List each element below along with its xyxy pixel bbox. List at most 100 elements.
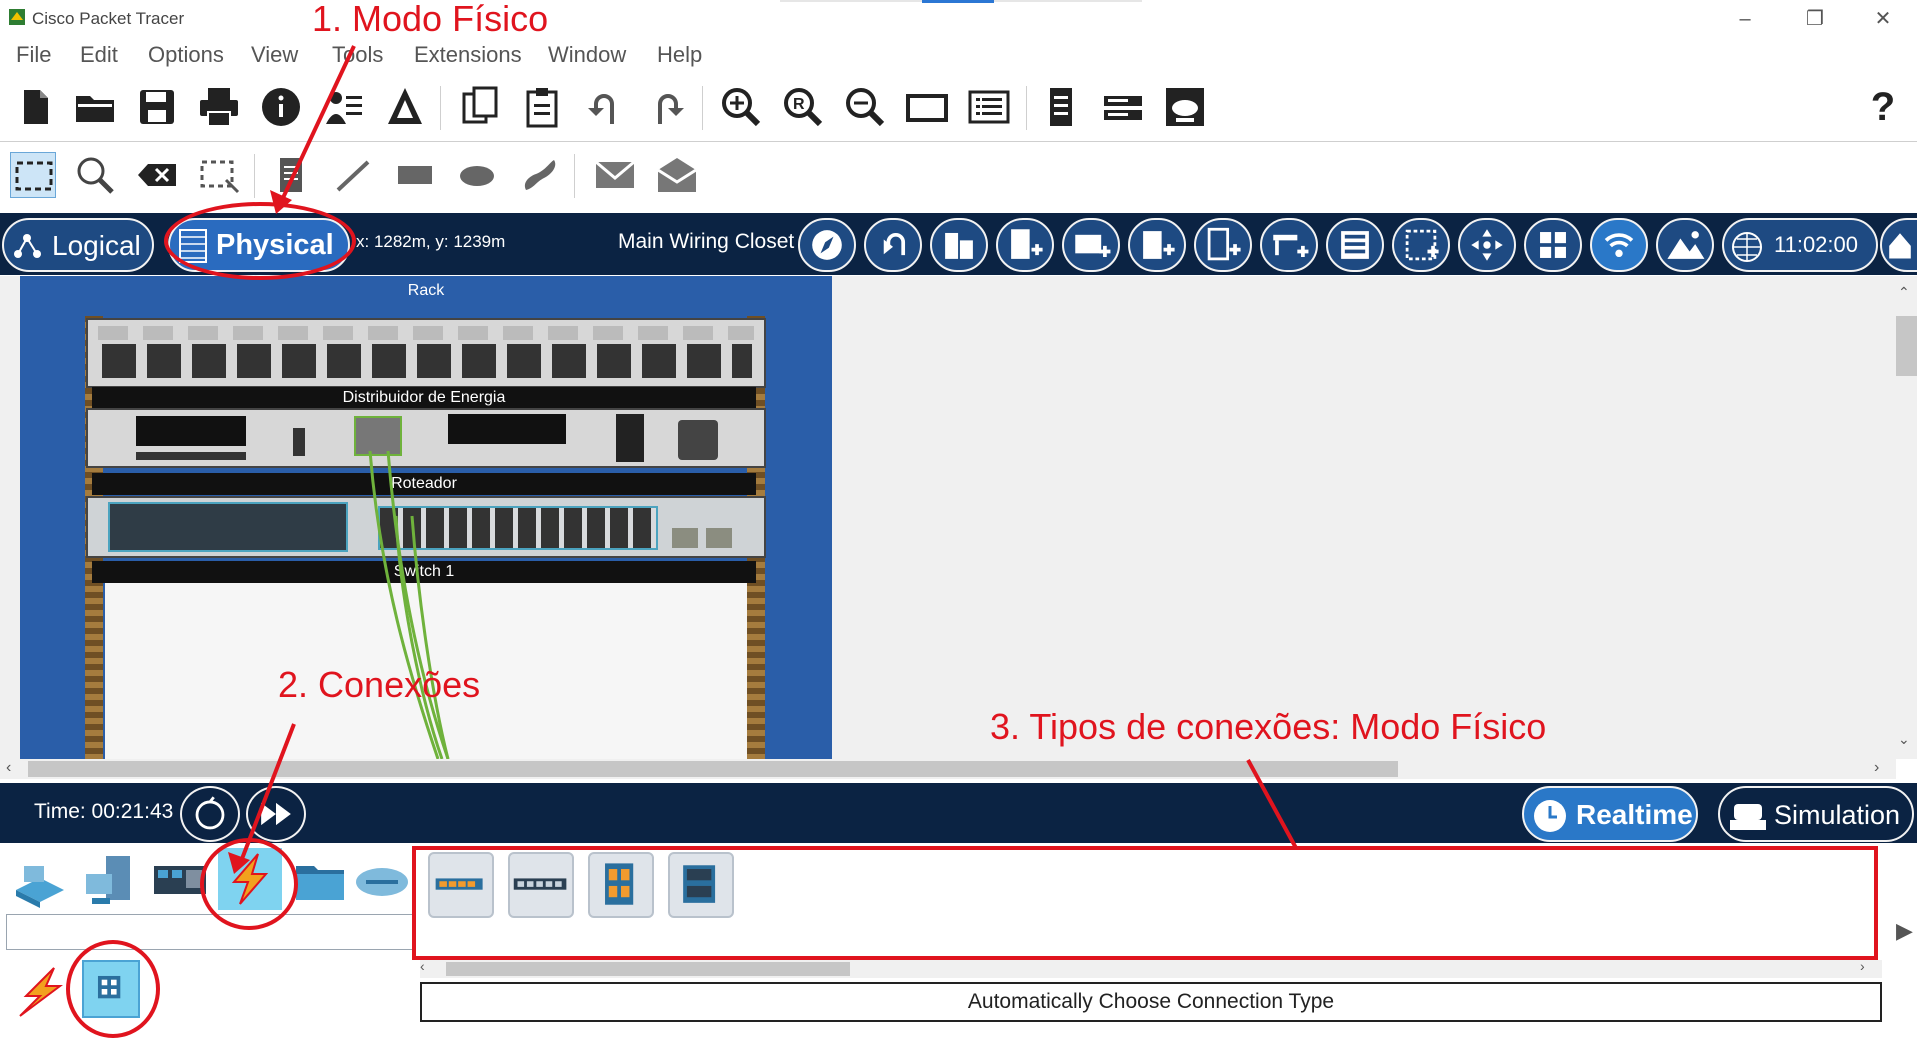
- info-icon[interactable]: [258, 84, 304, 130]
- draw-freeform-icon[interactable]: [516, 152, 562, 198]
- physical-view-options-icon[interactable]: [1326, 218, 1384, 272]
- tile-view-icon[interactable]: [1524, 218, 1582, 272]
- zoom-reset-icon[interactable]: R: [780, 84, 826, 130]
- toolbar-separator: [440, 86, 441, 130]
- horizontal-scrollbar[interactable]: ‹ ›: [0, 759, 1896, 779]
- simulation-icon: [1730, 804, 1766, 830]
- logical-tab[interactable]: Logical: [2, 218, 154, 272]
- navigation-compass-icon[interactable]: [798, 218, 856, 272]
- home-icon[interactable]: [1880, 218, 1917, 272]
- drawing-palette-icon[interactable]: [904, 84, 950, 130]
- zoom-out-icon[interactable]: [842, 84, 888, 130]
- highlight-physical-tab: [164, 202, 356, 280]
- network-information-icon[interactable]: [1100, 84, 1146, 130]
- menu-help[interactable]: Help: [657, 42, 702, 68]
- menu-tools[interactable]: Tools: [332, 42, 383, 68]
- panel-scroll-thumb[interactable]: [446, 962, 850, 976]
- highlight-connection-types: [412, 846, 1878, 960]
- select-icon[interactable]: [10, 152, 56, 198]
- wireless-icon[interactable]: [1590, 218, 1648, 272]
- save-icon[interactable]: [134, 84, 180, 130]
- new-building-icon[interactable]: [996, 218, 1054, 272]
- vertical-scrollbar[interactable]: ⌃ ⌄: [1896, 276, 1917, 759]
- clock-label: 11:02:00: [1774, 232, 1859, 257]
- add-complex-pdu-icon[interactable]: [654, 152, 700, 198]
- scroll-right-icon[interactable]: ›: [1874, 759, 1879, 777]
- toolbar-separator: [1026, 86, 1027, 130]
- delete-icon[interactable]: [134, 152, 180, 198]
- open-folder-icon[interactable]: [72, 84, 118, 130]
- help-icon[interactable]: ?: [1860, 84, 1906, 130]
- multiuser-connection-category-icon[interactable]: [352, 850, 412, 910]
- restore-button[interactable]: ❐: [1785, 4, 1845, 34]
- menu-extensions[interactable]: Extensions: [414, 42, 522, 68]
- scroll-down-icon[interactable]: ⌄: [1898, 731, 1910, 748]
- add-simple-pdu-icon[interactable]: [592, 152, 638, 198]
- connections-subcategory-icon[interactable]: [10, 962, 70, 1022]
- scroll-left-icon[interactable]: ‹: [6, 759, 11, 777]
- miscellaneous-category-icon[interactable]: [290, 850, 350, 910]
- title-bar: Cisco Packet Tracer – ❐ ✕: [0, 0, 1917, 38]
- window-title: Cisco Packet Tracer: [32, 9, 185, 28]
- background-image-icon[interactable]: [1656, 218, 1714, 272]
- network-devices-category-icon[interactable]: [10, 850, 70, 910]
- menu-window[interactable]: Window: [548, 42, 626, 68]
- undo-icon[interactable]: [582, 84, 628, 130]
- highlight-connections-category: [200, 838, 298, 930]
- toolbar-separator: [702, 86, 703, 130]
- clock-icon: [1534, 800, 1566, 832]
- zoom-in-icon[interactable]: [718, 84, 764, 130]
- scroll-up-icon[interactable]: ⌃: [1898, 284, 1910, 301]
- cluster-icon[interactable]: [1162, 84, 1208, 130]
- activity-wizard-icon[interactable]: [320, 84, 366, 130]
- grid-display-icon[interactable]: [1392, 218, 1450, 272]
- back-icon[interactable]: [864, 218, 922, 272]
- panel-scroll-right-arrow[interactable]: ›: [1860, 958, 1865, 974]
- fast-forward-time-icon[interactable]: [246, 786, 306, 842]
- new-city-icon[interactable]: [930, 218, 988, 272]
- custom-device-dialog-icon[interactable]: [966, 84, 1012, 130]
- panel-horizontal-scrollbar[interactable]: ‹ ›: [420, 958, 1882, 978]
- new-rack-icon[interactable]: [1194, 218, 1252, 272]
- toolbar-divider: [0, 141, 1917, 142]
- menu-edit[interactable]: Edit: [80, 42, 118, 68]
- end-devices-category-icon[interactable]: [80, 850, 140, 910]
- menu-file[interactable]: File: [16, 42, 51, 68]
- realtime-mode-button[interactable]: Realtime: [1522, 786, 1698, 842]
- place-note-icon[interactable]: [268, 152, 314, 198]
- time-display[interactable]: 11:02:00: [1722, 218, 1878, 272]
- redo-icon[interactable]: [644, 84, 690, 130]
- minimize-button[interactable]: –: [1715, 4, 1775, 34]
- menu-view[interactable]: View: [251, 42, 298, 68]
- viewport-icon[interactable]: [1038, 84, 1084, 130]
- device-search-input[interactable]: [6, 914, 414, 950]
- move-object-icon[interactable]: [1458, 218, 1516, 272]
- draw-ellipse-icon[interactable]: [454, 152, 500, 198]
- close-button[interactable]: ✕: [1853, 4, 1913, 34]
- draw-rectangle-icon[interactable]: [392, 152, 438, 198]
- cursor-coordinates: x: 1282m, y: 1239m: [356, 232, 506, 251]
- new-closet-icon[interactable]: [1062, 218, 1120, 272]
- realtime-label: Realtime: [1576, 799, 1693, 830]
- copy-icon[interactable]: [458, 84, 504, 130]
- print-icon[interactable]: [196, 84, 242, 130]
- panel-scroll-right-icon[interactable]: ▶: [1896, 918, 1913, 944]
- menu-options[interactable]: Options: [148, 42, 224, 68]
- current-location: Main Wiring Closet: [618, 230, 795, 253]
- connection-description: Automatically Choose Connection Type: [420, 982, 1882, 1022]
- vertical-scroll-thumb[interactable]: [1896, 316, 1917, 376]
- resize-shape-icon[interactable]: [196, 152, 242, 198]
- power-cycle-devices-icon[interactable]: [180, 786, 240, 842]
- annotation-1: 1. Modo Físico: [312, 0, 549, 39]
- pdu-icon[interactable]: [382, 84, 428, 130]
- svg-text:R: R: [793, 96, 805, 113]
- new-table-icon[interactable]: [1260, 218, 1318, 272]
- horizontal-scroll-thumb[interactable]: [28, 761, 1398, 777]
- panel-scroll-left-icon[interactable]: ‹: [420, 958, 425, 974]
- new-file-icon[interactable]: [12, 84, 58, 130]
- paste-icon[interactable]: [520, 84, 566, 130]
- simulation-mode-button[interactable]: Simulation: [1718, 786, 1914, 842]
- draw-line-icon[interactable]: [330, 152, 376, 198]
- inspect-icon[interactable]: [72, 152, 118, 198]
- new-generic-container-icon[interactable]: [1128, 218, 1186, 272]
